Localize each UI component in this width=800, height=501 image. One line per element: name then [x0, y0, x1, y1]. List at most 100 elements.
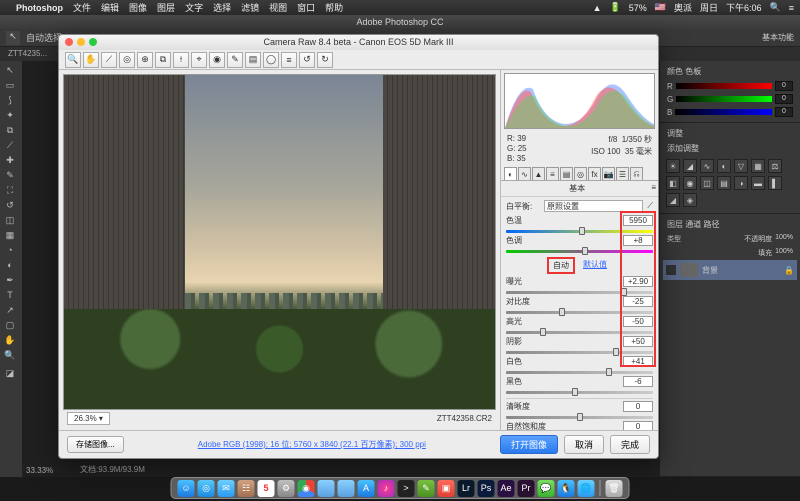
adj-gradient-icon[interactable]: ◢	[666, 193, 680, 207]
acr-contrast-slider[interactable]	[506, 308, 653, 316]
acr-contrast-value[interactable]: -25	[623, 296, 653, 307]
layer-visibility-icon[interactable]	[666, 265, 676, 275]
acr-radial-filter-icon[interactable]: ◯	[263, 52, 279, 68]
tool-hand[interactable]: ✋	[0, 333, 20, 347]
menu-window[interactable]: 窗口	[297, 1, 315, 14]
layer-opacity-value[interactable]: 100%	[775, 234, 793, 244]
acr-shadows-slider[interactable]	[506, 348, 653, 356]
dock-safari-icon[interactable]: ◎	[198, 480, 215, 497]
dock-settings-icon[interactable]: ⚙	[278, 480, 295, 497]
layer-fill-value[interactable]: 100%	[775, 248, 793, 258]
color-b-slider[interactable]	[675, 109, 772, 115]
tool-gradient[interactable]: ▦	[0, 228, 20, 242]
tool-zoom[interactable]: 🔍	[0, 348, 20, 362]
acr-temperature-value[interactable]: 5950	[623, 215, 653, 226]
acr-tint-value[interactable]: +8	[623, 235, 653, 246]
acr-wb-tool-icon[interactable]: ⟋	[101, 52, 117, 68]
menu-view[interactable]: 视图	[269, 1, 287, 14]
acr-zoom-select[interactable]: 26.3% ▾	[67, 412, 110, 425]
layer-row-bg[interactable]: 背景 🔒	[663, 260, 797, 280]
acr-auto-button[interactable]: 自动	[547, 257, 575, 274]
dock-app-red-icon[interactable]: ▣	[438, 480, 455, 497]
dock-mail-icon[interactable]: ✉	[218, 480, 235, 497]
acr-highlights-slider[interactable]	[506, 328, 653, 336]
acr-target-adjust-icon[interactable]: ⊕	[137, 52, 153, 68]
adj-balance-icon[interactable]: ⚖	[768, 159, 782, 173]
acr-whites-slider[interactable]	[506, 368, 653, 376]
acr-tab-lens-icon[interactable]: ◎	[574, 167, 587, 180]
acr-shadows-value[interactable]: +50	[623, 336, 653, 347]
dock-folder1-icon[interactable]	[318, 480, 335, 497]
acr-cancel-button[interactable]: 取消	[564, 435, 604, 454]
dock-contacts-icon[interactable]: ☷	[238, 480, 255, 497]
menu-image[interactable]: 图像	[129, 1, 147, 14]
acr-vibrance-value[interactable]: 0	[623, 421, 653, 430]
tool-lasso[interactable]: ⟆	[0, 93, 20, 107]
dock-trash-icon[interactable]: 🗑	[606, 480, 623, 497]
adj-exposure-icon[interactable]: ◐	[717, 159, 731, 173]
acr-grad-filter-icon[interactable]: ▤	[245, 52, 261, 68]
tool-stamp[interactable]: ⛶	[0, 183, 20, 197]
menu-select[interactable]: 选择	[213, 1, 231, 14]
acr-blacks-slider[interactable]	[506, 388, 653, 396]
acr-prefs-icon[interactable]: ≡	[281, 52, 297, 68]
adj-invert-icon[interactable]: ◑	[734, 176, 748, 190]
acr-crop-tool-icon[interactable]: ⧉	[155, 52, 171, 68]
adj-bw-icon[interactable]: ◧	[666, 176, 680, 190]
adj-lookup-icon[interactable]: ▤	[717, 176, 731, 190]
tool-brush[interactable]: ✎	[0, 168, 20, 182]
acr-tab-hsl-icon[interactable]: ≡	[546, 167, 559, 180]
wb-select[interactable]: 原照设置	[544, 200, 643, 212]
dock-calendar-icon[interactable]: 5	[258, 480, 275, 497]
adj-levels-icon[interactable]: ◢	[683, 159, 697, 173]
battery-icon[interactable]: 🔋	[610, 2, 621, 13]
acr-tint-slider[interactable]	[506, 247, 653, 255]
dock-qq-icon[interactable]: 🐧	[558, 480, 575, 497]
workspace-label[interactable]: 基本功能	[762, 32, 794, 43]
dock-evernote-icon[interactable]: ✎	[418, 480, 435, 497]
acr-zoom-tool-icon[interactable]: 🔍	[65, 52, 81, 68]
tool-marquee[interactable]: ▭	[0, 78, 20, 92]
acr-temperature-slider[interactable]	[506, 227, 653, 235]
dock-folder2-icon[interactable]	[338, 480, 355, 497]
dock-finder-icon[interactable]: ☺	[178, 480, 195, 497]
tool-eyedropper[interactable]: ⟋	[0, 138, 20, 152]
window-zoom-icon[interactable]	[89, 38, 97, 46]
acr-color-sampler-icon[interactable]: ◎	[119, 52, 135, 68]
acr-blacks-value[interactable]: -6	[623, 376, 653, 387]
tool-type[interactable]: T	[0, 288, 20, 302]
move-tool-icon[interactable]: ↖	[6, 31, 20, 45]
acr-tab-fx-icon[interactable]: fx	[588, 167, 601, 180]
menu-file[interactable]: 文件	[73, 1, 91, 14]
acr-save-button[interactable]: 存储图像...	[67, 436, 124, 453]
tool-pen[interactable]: ✒	[0, 273, 20, 287]
adj-vibrance-icon[interactable]: ▽	[734, 159, 748, 173]
window-minimize-icon[interactable]	[77, 38, 85, 46]
adj-hue-icon[interactable]: ▦	[751, 159, 765, 173]
acr-straighten-icon[interactable]: ⟊	[173, 52, 189, 68]
acr-default-button[interactable]: 默认值	[578, 257, 612, 274]
wifi-icon[interactable]: ▲	[593, 3, 602, 13]
acr-exposure-value[interactable]: +2.90	[623, 276, 653, 287]
dock-premiere-icon[interactable]: Pr	[518, 480, 535, 497]
notif-center-icon[interactable]: ≡	[789, 3, 794, 13]
acr-tab-split-icon[interactable]: ▤	[560, 167, 573, 180]
acr-tab-presets-icon[interactable]: ☰	[616, 167, 629, 180]
color-g-slider[interactable]	[676, 96, 772, 102]
menu-edit[interactable]: 编辑	[101, 1, 119, 14]
dock-after-effects-icon[interactable]: Ae	[498, 480, 515, 497]
adj-selective-icon[interactable]: ◈	[683, 193, 697, 207]
spotlight-icon[interactable]: 🔍	[770, 2, 781, 13]
acr-spot-removal-icon[interactable]: ⌖	[191, 52, 207, 68]
tool-heal[interactable]: ✚	[0, 153, 20, 167]
acr-tab-basic-icon[interactable]: ◐	[504, 167, 517, 180]
acr-workflow-link[interactable]: Adobe RGB (1998); 16 位; 5760 x 3840 (22.…	[198, 439, 426, 450]
dock-terminal-icon[interactable]: >	[398, 480, 415, 497]
tool-eraser[interactable]: ◫	[0, 213, 20, 227]
acr-tab-detail-icon[interactable]: ▲	[532, 167, 545, 180]
dock-globe-icon[interactable]: 🌐	[578, 480, 595, 497]
acr-clarity-value[interactable]: 0	[623, 401, 653, 412]
tool-wand[interactable]: ✦	[0, 108, 20, 122]
adj-mixer-icon[interactable]: ◫	[700, 176, 714, 190]
tool-dodge[interactable]: ◐	[0, 258, 20, 272]
